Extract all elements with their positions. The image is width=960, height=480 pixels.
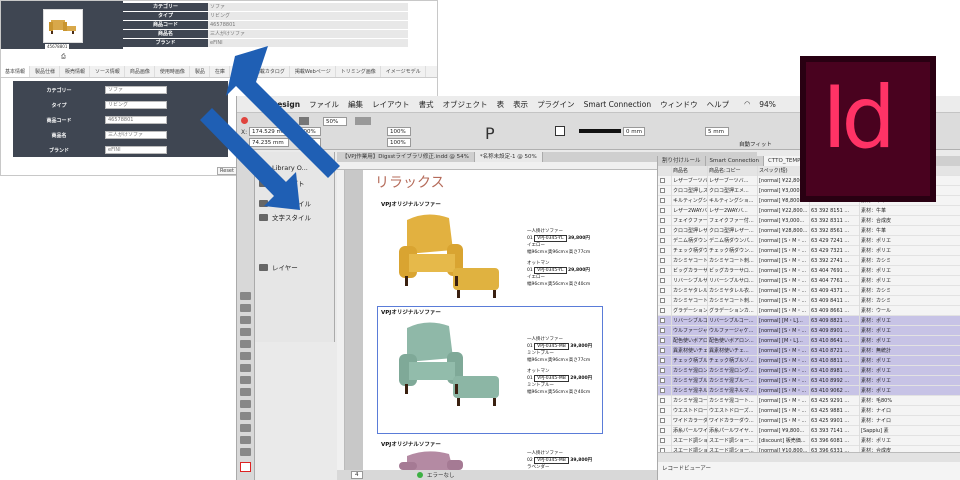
indesign-logo-text: Id [822, 68, 896, 168]
indesign-logo: Id [800, 56, 936, 202]
